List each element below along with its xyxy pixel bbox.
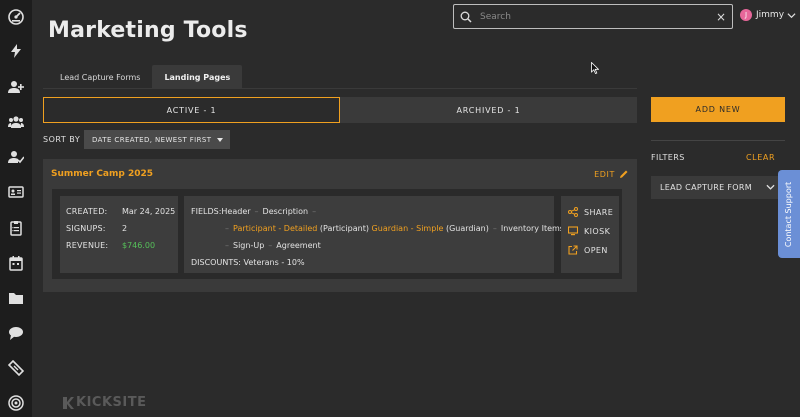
- filter-dropdown[interactable]: LEAD CAPTURE FORM: [651, 176, 785, 199]
- bolt-icon[interactable]: [6, 41, 26, 61]
- actions-panel: SHARE KIOSK OPEN: [561, 196, 619, 273]
- sort-label: SORT BY: [43, 135, 81, 144]
- contact-support-label: Contact Support: [784, 181, 794, 247]
- page-title: Marketing Tools: [48, 18, 248, 43]
- stat-label: SIGNUPS:: [66, 224, 106, 233]
- discounts-line: DISCOUNTS: Veterans - 10%: [191, 258, 305, 267]
- monitor-icon: [568, 226, 578, 236]
- user-menu[interactable]: J Jimmy: [740, 9, 796, 21]
- mouse-cursor-icon: [591, 62, 599, 74]
- share-button[interactable]: SHARE: [568, 207, 613, 217]
- edit-label: EDIT: [594, 169, 615, 179]
- field-item: Agreement: [276, 241, 321, 250]
- fields-line-1: FIELDS:Header – Description –: [191, 207, 317, 216]
- clipboard-icon[interactable]: [6, 218, 26, 238]
- stat-label: REVENUE:: [66, 241, 109, 250]
- field-form-link[interactable]: Participant - Detailed: [233, 224, 317, 233]
- filter-selected-value: LEAD CAPTURE FORM: [660, 183, 752, 192]
- search-icon: [460, 11, 472, 23]
- logo-text: KICKSITE: [76, 395, 147, 410]
- archived-filter-button[interactable]: ARCHIVED - 1: [340, 97, 637, 123]
- tab-divider: [43, 88, 637, 89]
- clear-filters-button[interactable]: CLEAR: [746, 153, 775, 162]
- ticket-icon[interactable]: [6, 358, 26, 378]
- users-icon[interactable]: [6, 112, 26, 132]
- left-nav-rail: [0, 0, 32, 417]
- logo-mark-icon: [63, 396, 74, 409]
- share-label: SHARE: [584, 207, 614, 217]
- calendar-icon[interactable]: [6, 253, 26, 273]
- stat-revenue: REVENUE: $746.00: [66, 241, 155, 250]
- edit-button[interactable]: EDIT: [594, 169, 629, 179]
- chat-icon[interactable]: [6, 323, 26, 343]
- search-box: ×: [453, 4, 733, 29]
- kicksite-logo: KICKSITE: [62, 395, 146, 410]
- field-role: (Guardian): [445, 224, 489, 233]
- external-link-icon: [568, 245, 578, 255]
- stat-label: CREATED:: [66, 207, 108, 216]
- field-form-link[interactable]: Guardian - Simple: [372, 224, 444, 233]
- sort-dropdown[interactable]: DATE CREATED, NEWEST FIRST: [84, 130, 230, 149]
- filters-label: FILTERS: [651, 153, 685, 162]
- stat-value: $746.00: [122, 241, 156, 250]
- id-card-icon[interactable]: [6, 182, 26, 202]
- add-user-icon[interactable]: [6, 77, 26, 97]
- user-name: Jimmy: [756, 10, 785, 20]
- contact-support-tab[interactable]: Contact Support: [778, 170, 800, 258]
- field-item: Description: [262, 207, 309, 216]
- field-item: Inventory Items: [500, 224, 564, 233]
- stat-value: 2: [122, 224, 128, 233]
- fields-label: FIELDS:: [191, 207, 222, 216]
- target-icon[interactable]: [6, 393, 26, 413]
- pencil-icon: [620, 170, 628, 178]
- avatar: J: [740, 9, 752, 21]
- tab-bar: Lead Capture Forms Landing Pages: [48, 65, 243, 89]
- open-button[interactable]: OPEN: [568, 245, 608, 255]
- card-details: CREATED: Mar 24, 2025 SIGNUPS: 2 REVENUE…: [52, 189, 622, 279]
- user-check-icon[interactable]: [6, 147, 26, 167]
- share-icon: [568, 207, 578, 217]
- dashboard-icon[interactable]: [6, 7, 26, 27]
- sort-selected-value: DATE CREATED, NEWEST FIRST: [92, 135, 212, 144]
- discount-value: Veterans - 10%: [243, 258, 305, 267]
- kiosk-button[interactable]: KIOSK: [568, 226, 610, 236]
- field-item: Sign-Up: [233, 241, 265, 250]
- fields-line-3: – Sign-Up – Agreement: [225, 241, 321, 250]
- discounts-label: DISCOUNTS:: [191, 258, 241, 267]
- fields-line-2: – Participant - Detailed (Participant) Gu…: [225, 224, 564, 233]
- field-item: Header: [221, 207, 251, 216]
- tab-landing-pages[interactable]: Landing Pages: [152, 65, 243, 89]
- stats-panel: CREATED: Mar 24, 2025 SIGNUPS: 2 REVENUE…: [60, 196, 178, 273]
- chevron-down-icon: [766, 184, 775, 190]
- stat-created: CREATED: Mar 24, 2025: [66, 207, 175, 216]
- sidebar-divider: [651, 140, 785, 141]
- field-role: (Participant): [319, 224, 369, 233]
- search-input[interactable]: [480, 11, 716, 22]
- stat-signups: SIGNUPS: 2: [66, 224, 127, 233]
- open-label: OPEN: [584, 245, 608, 255]
- landing-page-card: Summer Camp 2025 EDIT CREATED: Mar 24, 2…: [43, 159, 637, 292]
- add-new-button[interactable]: ADD NEW: [651, 97, 785, 122]
- stat-value: Mar 24, 2025: [122, 207, 176, 216]
- tab-lead-capture-forms[interactable]: Lead Capture Forms: [48, 65, 152, 89]
- active-filter-button[interactable]: ACTIVE - 1: [43, 97, 340, 123]
- card-title[interactable]: Summer Camp 2025: [51, 169, 153, 179]
- search-clear-button[interactable]: ×: [716, 10, 726, 24]
- fields-panel: FIELDS:Header – Description – – Participant …: [184, 196, 564, 273]
- kiosk-label: KIOSK: [584, 226, 611, 236]
- caret-down-icon: [217, 137, 224, 142]
- chevron-down-icon: [787, 12, 796, 18]
- folder-icon[interactable]: [6, 288, 26, 308]
